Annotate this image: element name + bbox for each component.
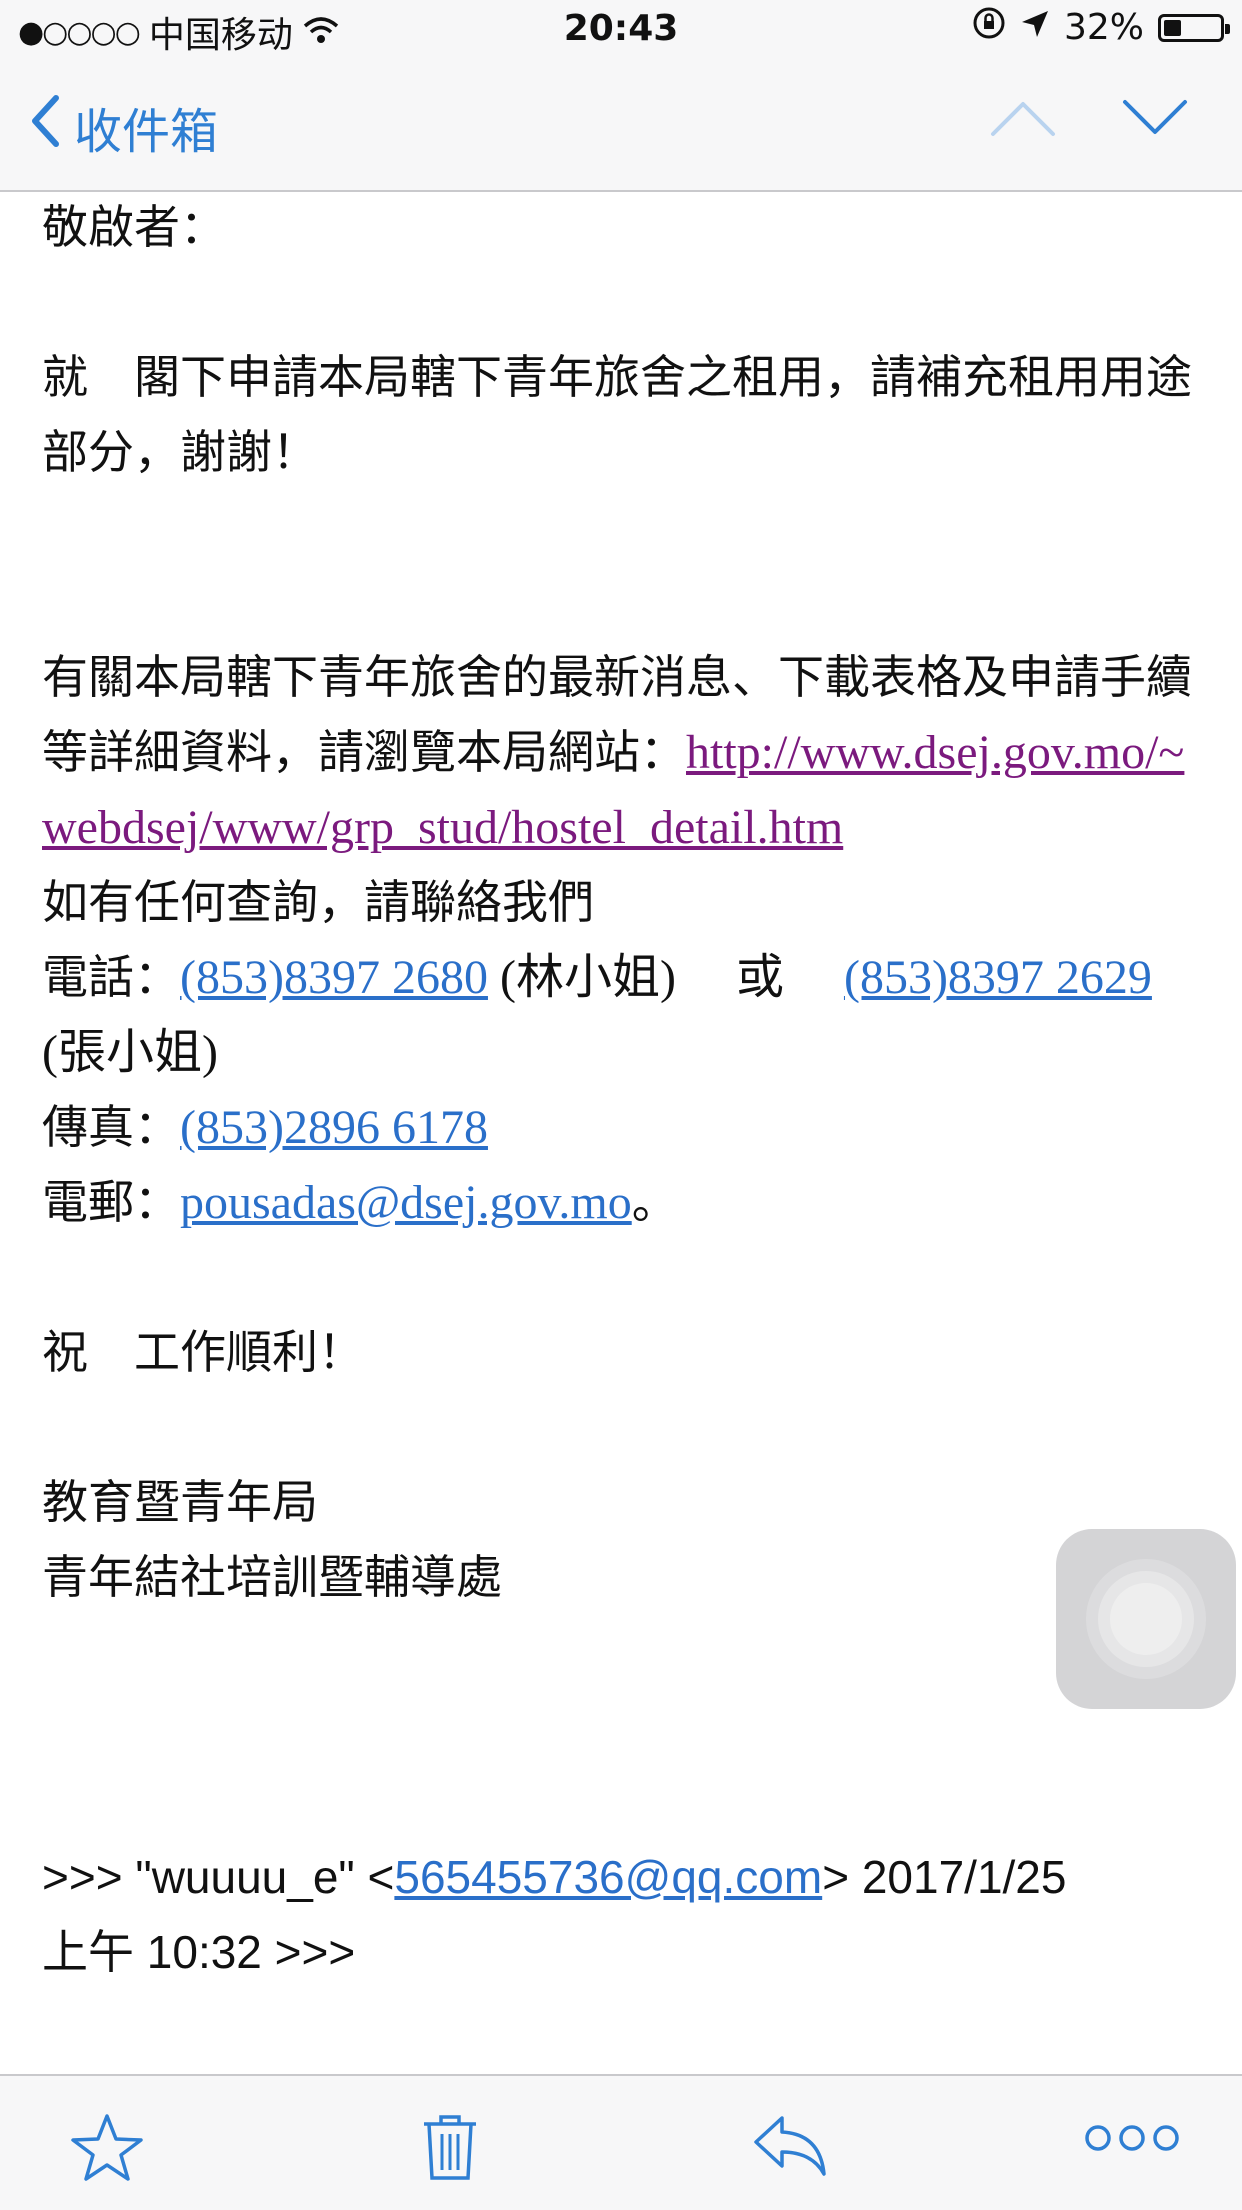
signature-line-2: 青年結社培訓暨輔導處 — [42, 1550, 502, 1604]
email-suffix: 。 — [631, 1175, 678, 1229]
fax-label: 傳真： — [42, 1100, 180, 1154]
signature-line-1: 教育暨青年局 — [42, 1475, 318, 1529]
star-icon — [70, 2114, 144, 2186]
flag-button[interactable] — [70, 2112, 144, 2186]
battery-percent: 32% — [1063, 7, 1144, 48]
more-icon — [1084, 2125, 1180, 2158]
battery-icon — [1158, 13, 1230, 42]
status-right: 32% — [972, 6, 1230, 49]
next-message-button[interactable] — [1122, 98, 1188, 142]
quoted-header: >>> "wuuuu_e" <565455736@qq.com> 2017/1/… — [42, 1840, 1202, 1915]
status-bar: ●○○○○ 中国移动 20:43 32% — [0, 0, 1242, 62]
phone-person-1: (林小姐) 或 — [487, 951, 844, 1004]
navigation-bar: 收件箱 — [0, 62, 1242, 192]
email-body: 敬啟者： 就 閣下申請本局轄下青年旅舍之租用，請補充租用用途部分，謝謝！ 有關本… — [42, 190, 1202, 1990]
chevron-left-icon — [30, 94, 60, 160]
phone-person-2: (張小姐) — [42, 1026, 218, 1079]
info-paragraph: 有關本局轄下青年旅舍的最新消息、下載表格及申請手續等詳細資料，請瀏覽本局網站：h… — [42, 640, 1202, 865]
location-arrow-icon — [1020, 7, 1050, 48]
email-address-link[interactable]: pousadas@dsej.gov.mo — [180, 1176, 632, 1229]
assistive-touch-button[interactable] — [1056, 1529, 1236, 1709]
reply-button[interactable] — [752, 2112, 828, 2182]
chevron-down-icon — [1122, 100, 1188, 142]
fax-line: 傳真：(853)2896 6178 — [42, 1090, 1202, 1165]
phone-link-1[interactable]: (853)8397 2680 — [180, 951, 488, 1004]
delete-button[interactable] — [420, 2112, 480, 2186]
phone-link-2[interactable]: (853)8397 2629 — [844, 951, 1152, 1004]
phone-line: 電話：(853)8397 2680 (林小姐) 或 (853)8397 2629… — [42, 940, 1202, 1090]
salutation: 敬啟者： — [42, 200, 226, 254]
trash-icon — [420, 2115, 480, 2186]
battery-fill — [1164, 19, 1181, 36]
closing: 祝 工作順利！ — [42, 1325, 364, 1379]
quoted-time: 上午 10:32 >>> — [42, 1926, 356, 1978]
quote-email-link[interactable]: 565455736@qq.com — [394, 1851, 822, 1903]
back-to-inbox-button[interactable]: 收件箱 — [30, 92, 218, 162]
email-line: 電郵：pousadas@dsej.gov.mo。 — [42, 1165, 1202, 1240]
email-label: 電郵： — [42, 1175, 180, 1229]
phone-label: 電話： — [42, 950, 180, 1004]
fax-link[interactable]: (853)2896 6178 — [180, 1101, 488, 1154]
more-button[interactable] — [1084, 2122, 1180, 2158]
bottom-toolbar — [0, 2074, 1242, 2210]
orientation-lock-icon — [972, 6, 1006, 49]
contact-intro: 如有任何查詢，請聯絡我們 — [42, 875, 594, 929]
quote-suffix: > 2017/1/25 — [822, 1851, 1067, 1903]
chevron-up-icon — [990, 102, 1056, 142]
previous-message-button[interactable] — [990, 98, 1056, 142]
reply-icon — [752, 2116, 828, 2182]
request-paragraph: 就 閣下申請本局轄下青年旅舍之租用，請補充租用用途部分，謝謝！ — [42, 350, 1192, 479]
back-label: 收件箱 — [74, 104, 219, 160]
quote-prefix: >>> "wuuuu_e" < — [42, 1851, 395, 1903]
